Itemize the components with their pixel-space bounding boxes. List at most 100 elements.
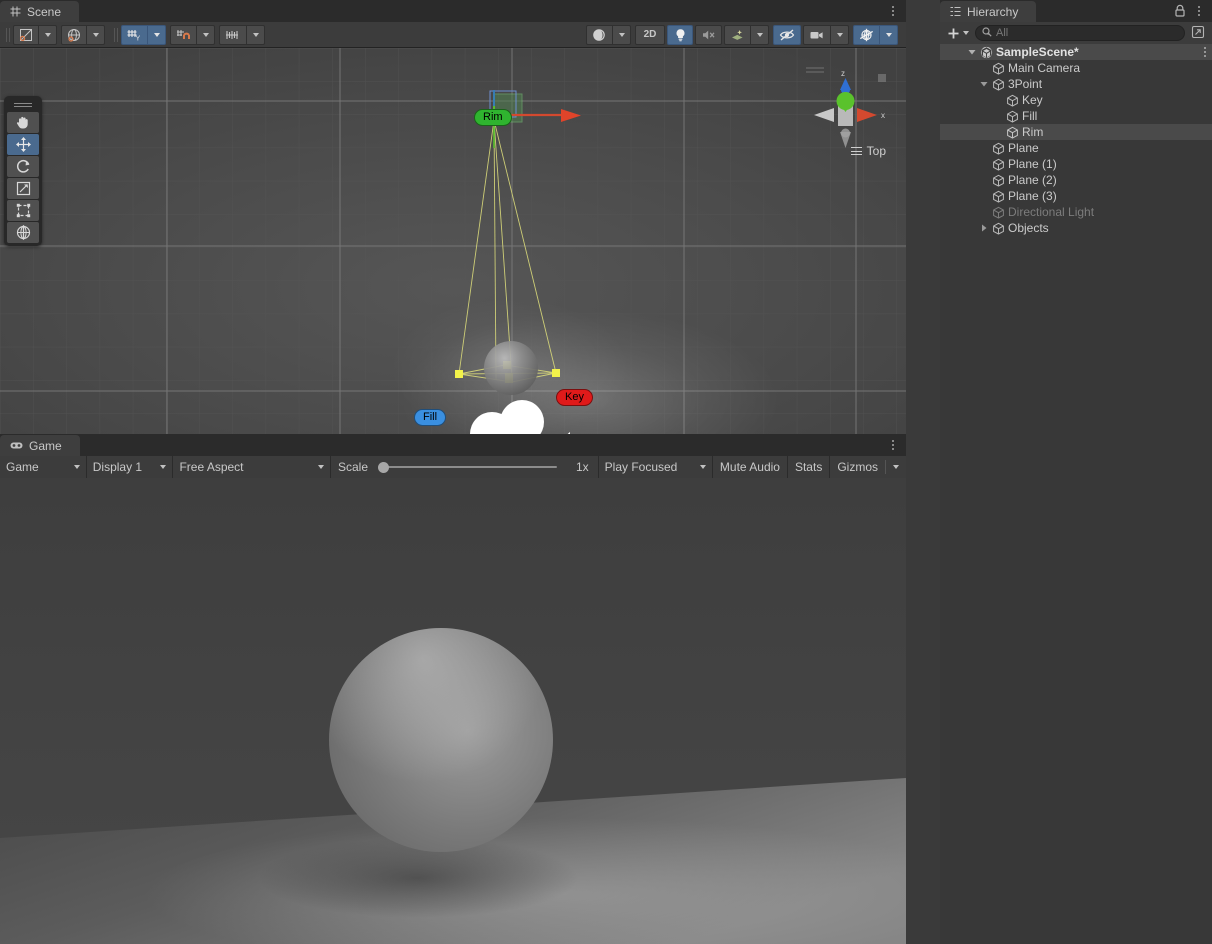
scene-gizmos-button[interactable] xyxy=(853,24,880,45)
scene-panel-menu-button[interactable] xyxy=(886,3,900,19)
game-mute-audio-button[interactable]: Mute Audio xyxy=(712,456,788,478)
chevron-down-icon[interactable] xyxy=(893,465,899,469)
hierarchy-row-label: Plane (2) xyxy=(1008,173,1057,187)
scale-slider-handle[interactable] xyxy=(378,461,390,473)
game-play-mode-select[interactable]: Play Focused xyxy=(598,456,713,478)
scene-camera-icon xyxy=(810,31,823,38)
gizmo-label-fill-text: Fill xyxy=(423,411,438,423)
scene-viewport[interactable]: Rim Key Fill z x Top xyxy=(0,48,906,434)
open-in-window-icon[interactable] xyxy=(1188,25,1208,42)
tab-hierarchy[interactable]: Hierarchy xyxy=(940,1,1037,22)
hierarchy-row-plane-2[interactable]: Plane (2) xyxy=(940,172,1212,188)
rect-tool[interactable] xyxy=(7,200,39,221)
hierarchy-row-label: 3Point xyxy=(1008,77,1043,91)
twisty-down-icon[interactable] xyxy=(978,80,990,88)
transform-tool[interactable] xyxy=(7,222,39,243)
scene-visibility-button[interactable] xyxy=(773,24,801,45)
hierarchy-tree[interactable]: SampleScene* Main Camera 3Point Key Fill… xyxy=(940,44,1212,944)
chevron-down-icon xyxy=(73,465,80,469)
gameobject-icon xyxy=(990,142,1006,155)
gizmo-label-rim[interactable]: Rim xyxy=(474,109,512,126)
scene-row-menu-button[interactable] xyxy=(1204,44,1206,60)
shading-globe-button[interactable] xyxy=(61,24,87,45)
gameobject-icon xyxy=(1004,110,1020,123)
hierarchy-row-sample-scene[interactable]: SampleScene* xyxy=(940,44,1212,60)
toggle-2d-button[interactable]: 2D xyxy=(635,24,665,45)
scene-view-mode-label[interactable]: Top xyxy=(850,144,886,158)
scene-lighting-button[interactable] xyxy=(667,24,693,45)
hierarchy-row-label: Objects xyxy=(1008,221,1049,235)
scene-fx-button[interactable] xyxy=(724,24,751,45)
game-mute-audio-label: Mute Audio xyxy=(719,460,780,474)
scene-3d-render xyxy=(0,48,906,434)
hierarchy-row-plane-1[interactable]: Plane (1) xyxy=(940,156,1212,172)
scene-camera-dropdown[interactable] xyxy=(831,24,849,45)
scene-fx-dropdown[interactable] xyxy=(751,24,769,45)
hierarchy-add-button[interactable] xyxy=(944,27,972,40)
hierarchy-row-rim[interactable]: Rim xyxy=(940,124,1212,140)
rotate-tool[interactable] xyxy=(7,156,39,177)
hierarchy-row-objects[interactable]: Objects xyxy=(940,220,1212,236)
lock-icon[interactable] xyxy=(1174,4,1186,20)
gizmo-label-fill[interactable]: Fill xyxy=(414,409,447,426)
game-view-select[interactable]: Game xyxy=(0,456,87,478)
chevron-down-icon xyxy=(699,465,706,469)
tools-drag-handle[interactable] xyxy=(14,101,32,109)
game-panel-menu-button[interactable] xyxy=(886,437,900,453)
game-stats-label: Stats xyxy=(794,460,823,474)
shading-mode-dropdown[interactable] xyxy=(87,24,105,45)
gameobject-icon xyxy=(1004,126,1020,139)
scene-grid-icon xyxy=(10,6,21,17)
game-gizmos-button[interactable]: Gizmos xyxy=(830,456,906,478)
tab-game-label: Game xyxy=(29,438,62,453)
search-icon xyxy=(982,26,992,40)
hierarchy-row-plane-3[interactable]: Plane (3) xyxy=(940,188,1212,204)
hierarchy-row-key[interactable]: Key xyxy=(940,92,1212,108)
hierarchy-row-label: SampleScene* xyxy=(996,45,1079,59)
game-scale-slider[interactable]: Scale 1x xyxy=(330,456,599,478)
hierarchy-row-directional-light[interactable]: Directional Light xyxy=(940,204,1212,220)
hierarchy-search-input[interactable]: All xyxy=(975,25,1185,41)
hand-icon xyxy=(16,116,28,129)
hierarchy-panel: Hierarchy All SampleScene* Main Camera 3… xyxy=(940,0,1212,944)
tab-game[interactable]: Game xyxy=(0,435,80,456)
hand-tool[interactable] xyxy=(7,112,39,133)
scene-camera-button[interactable] xyxy=(803,24,831,45)
snap-dropdown[interactable] xyxy=(197,24,215,45)
hierarchy-panel-menu-button[interactable] xyxy=(1192,3,1206,19)
grid-axis-button[interactable]: Y xyxy=(121,24,148,45)
tab-scene[interactable]: Scene xyxy=(0,1,80,22)
game-stats-button[interactable]: Stats xyxy=(787,456,831,478)
move-icon xyxy=(15,137,31,152)
game-scale-label: Scale xyxy=(337,460,369,474)
draw-mode-button[interactable] xyxy=(13,24,39,45)
hierarchy-row-main-camera[interactable]: Main Camera xyxy=(940,60,1212,76)
game-aspect-select[interactable]: Free Aspect xyxy=(173,456,331,478)
gizmo-label-rim-text: Rim xyxy=(483,111,503,123)
scene-gizmos-dropdown[interactable] xyxy=(880,24,898,45)
twisty-down-icon[interactable] xyxy=(966,48,978,56)
hierarchy-row-plane[interactable]: Plane xyxy=(940,140,1212,156)
movie-camera-icon[interactable] xyxy=(466,400,570,434)
grid-dropdown[interactable] xyxy=(148,24,166,45)
scene-audio-button[interactable] xyxy=(695,24,722,45)
scene-lighting-icon xyxy=(676,28,684,41)
hierarchy-row-3point[interactable]: 3Point xyxy=(940,76,1212,92)
snap-increment-button[interactable] xyxy=(219,24,247,45)
shading-sphere-dropdown[interactable] xyxy=(613,24,631,45)
move-tool[interactable] xyxy=(7,134,39,155)
scale-tool[interactable] xyxy=(7,178,39,199)
scene-view-panel: Scene Y 2D Rim Key Fill z x Top xyxy=(0,0,906,434)
hierarchy-tabbar: Hierarchy xyxy=(940,0,1212,22)
twisty-right-icon[interactable] xyxy=(978,224,990,232)
hierarchy-row-fill[interactable]: Fill xyxy=(940,108,1212,124)
game-viewport[interactable] xyxy=(0,478,906,944)
scene-tabbar: Scene xyxy=(0,0,906,22)
draw-mode-dropdown[interactable] xyxy=(39,24,57,45)
shading-sphere-button[interactable] xyxy=(586,24,613,45)
rotate-icon xyxy=(16,159,29,173)
game-display-select[interactable]: Display 1 xyxy=(86,456,174,478)
game-gizmos-label: Gizmos xyxy=(837,460,878,474)
snap-increment-dropdown[interactable] xyxy=(247,24,265,45)
snap-magnet-button[interactable] xyxy=(170,24,197,45)
